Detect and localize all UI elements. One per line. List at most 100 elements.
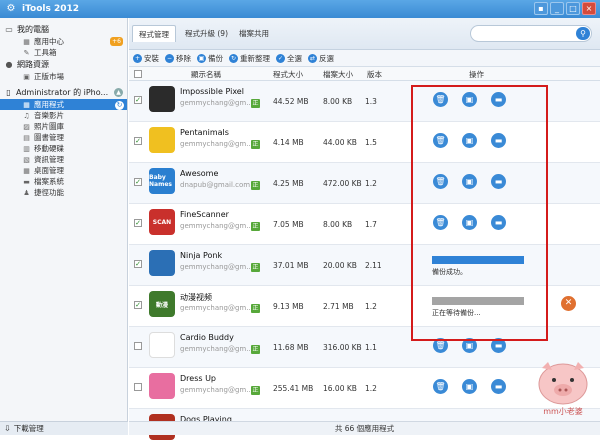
app-size: 4.14 MB	[273, 138, 304, 147]
app-developer: dnapub@gmail.com	[180, 181, 250, 189]
select-all-checkbox[interactable]	[134, 70, 142, 78]
download-icon: ⇩	[4, 424, 11, 433]
maximize-button[interactable]: □	[566, 2, 580, 15]
invert-selection-button[interactable]: ⇄ 反選	[308, 53, 334, 64]
app-version: 1.1	[365, 343, 377, 352]
install-icon: +	[133, 53, 142, 63]
sidebar-item-market[interactable]: ▣ 正版市場	[0, 71, 127, 82]
doc-size: 8.00 KB	[323, 97, 353, 106]
sidebar-item-books[interactable]: ▤ 圖書管理	[0, 132, 127, 143]
backup-icon[interactable]: ▣	[462, 379, 477, 394]
app-size: 4.25 MB	[273, 179, 304, 188]
sidebar-item-info[interactable]: ▧ 資訊管理	[0, 154, 127, 165]
sidebar-item-label: 工具箱	[34, 48, 57, 57]
window-controls: ▪ _ □ ×	[534, 2, 596, 15]
title-bar: ⚙ iTools 2012 ▪ _ □ ×	[0, 0, 600, 18]
row-checkbox[interactable]: ✓	[134, 219, 142, 227]
tab-app-upgrade[interactable]: 程式升級 (9)	[179, 25, 234, 42]
app-developer: gemmychang@gm...	[180, 263, 250, 271]
sidebar-item-label: 應用中心	[34, 37, 64, 46]
genuine-badge: 正	[251, 222, 260, 231]
minimize-button[interactable]: _	[550, 2, 564, 15]
download-manager[interactable]: ⇩ 下載管理	[0, 421, 128, 435]
app-size: 255.41 MB	[273, 384, 314, 393]
doc-size: 44.00 KB	[323, 138, 357, 147]
remove-icon: −	[165, 53, 174, 63]
shortcut-icon: ♟	[23, 188, 30, 197]
app-name: Pentanimals	[180, 128, 229, 137]
app-version: 1.2	[365, 302, 377, 311]
device-name: Administrator 的 iPho...	[16, 88, 109, 97]
app-icon-text: SCAN	[152, 218, 172, 226]
genuine-badge: 正	[251, 386, 260, 395]
sidebar-item-toolbox[interactable]: ✎ 工具箱	[0, 47, 127, 58]
app-version: 2.11	[365, 261, 382, 270]
sidebar-item-label: 圖書管理	[34, 133, 64, 142]
app-title: iTools 2012	[22, 4, 80, 14]
status-footer: 共 66 個應用程式	[129, 421, 600, 435]
app-developer: gemmychang@gm...	[180, 140, 250, 148]
sidebar-section-my-computer[interactable]: ▭ 我的電腦	[0, 23, 127, 36]
row-checkbox[interactable]: ✓	[134, 178, 142, 186]
tab-app-manager[interactable]: 程式管理	[132, 25, 176, 42]
install-button[interactable]: + 安裝	[133, 53, 159, 64]
sidebar-item-photos[interactable]: ▨ 照片圖庫	[0, 121, 127, 132]
row-checkbox[interactable]: ✓	[134, 96, 142, 104]
watermark-text: mm小老婆	[543, 406, 583, 416]
row-checkbox[interactable]	[134, 342, 142, 350]
sidebar-item-desktop[interactable]: ▦ 桌面管理	[0, 165, 127, 176]
sidebar-item-music[interactable]: ♫ 音樂影片	[0, 110, 127, 121]
remove-button[interactable]: − 移除	[165, 53, 191, 64]
app-name: Cardio Buddy	[180, 333, 234, 342]
trash-icon[interactable]: 🗑	[433, 379, 448, 394]
app-version: 1.5	[365, 138, 377, 147]
app-version: 1.2	[365, 179, 377, 188]
row-checkbox[interactable]	[134, 383, 142, 391]
header-size[interactable]: 程式大小	[273, 69, 303, 80]
main-panel: 程式管理 程式升級 (9) 檔案共用 ⚲ + 安裝 − 移除 ▣ 備份 ↻ 重新整理 ✓…	[129, 18, 600, 440]
backup-button[interactable]: ▣ 備份	[197, 53, 223, 64]
select-all-icon: ✓	[276, 53, 285, 63]
refresh-label: 重新整理	[240, 53, 270, 63]
sidebar-item-disk[interactable]: ▥ 移動硬碟	[0, 143, 127, 154]
refresh-button[interactable]: ↻ 重新整理	[229, 53, 270, 64]
highlight-box	[411, 85, 548, 341]
pig-mascot-watermark: mm小老婆	[538, 362, 588, 416]
app-developer: gemmychang@gm...	[180, 304, 250, 312]
select-all-button[interactable]: ✓ 全選	[276, 53, 302, 64]
row-checkbox[interactable]: ✓	[134, 301, 142, 309]
sidebar-item-files[interactable]: ▬ 檔案系統	[0, 176, 127, 187]
app-icon-text: 動漫	[155, 301, 168, 309]
sidebar-item-app-center[interactable]: ▦ 應用中心 +6	[0, 36, 127, 47]
tab-file-sharing[interactable]: 檔案共用	[233, 25, 275, 42]
invert-label: 反選	[319, 53, 334, 63]
app-name: Awesome	[180, 169, 219, 178]
refresh-icon[interactable]: ↻	[115, 101, 124, 110]
search-icon[interactable]: ⚲	[576, 27, 590, 40]
header-doc-size[interactable]: 檔案大小	[323, 69, 353, 80]
grid-icon: ▦	[23, 37, 30, 46]
menu-icon[interactable]: ▪	[534, 2, 548, 15]
row-checkbox[interactable]: ✓	[134, 137, 142, 145]
close-button[interactable]: ×	[582, 2, 596, 15]
genuine-badge: 正	[251, 304, 260, 313]
info-icon: ▧	[23, 155, 30, 164]
folder-icon[interactable]: ▬	[491, 379, 506, 394]
search-input[interactable]: ⚲	[470, 25, 592, 42]
row-checkbox[interactable]: ✓	[134, 260, 142, 268]
sidebar-item-apps[interactable]: ▦ 應用程式 ↻	[0, 99, 127, 110]
header-name[interactable]: 顯示名稱	[191, 69, 221, 80]
sidebar-section-network[interactable]: ● 網路資源	[0, 58, 127, 71]
app-name: FineScanner	[180, 210, 229, 219]
header-version[interactable]: 版本	[367, 69, 382, 80]
computer-icon: ▭	[5, 25, 13, 34]
cancel-icon[interactable]: ✕	[561, 296, 576, 311]
disk-icon: ▥	[23, 144, 30, 153]
sidebar-item-shortcuts[interactable]: ♟ 捷徑功能	[0, 187, 127, 198]
eject-icon[interactable]: ▲	[114, 88, 123, 97]
photo-icon: ▨	[23, 122, 30, 131]
apple-icon: ●	[5, 60, 13, 69]
device-header[interactable]: ▯ Administrator 的 iPho... ▲	[0, 86, 127, 99]
genuine-badge: 正	[251, 140, 260, 149]
app-icon	[149, 332, 175, 358]
